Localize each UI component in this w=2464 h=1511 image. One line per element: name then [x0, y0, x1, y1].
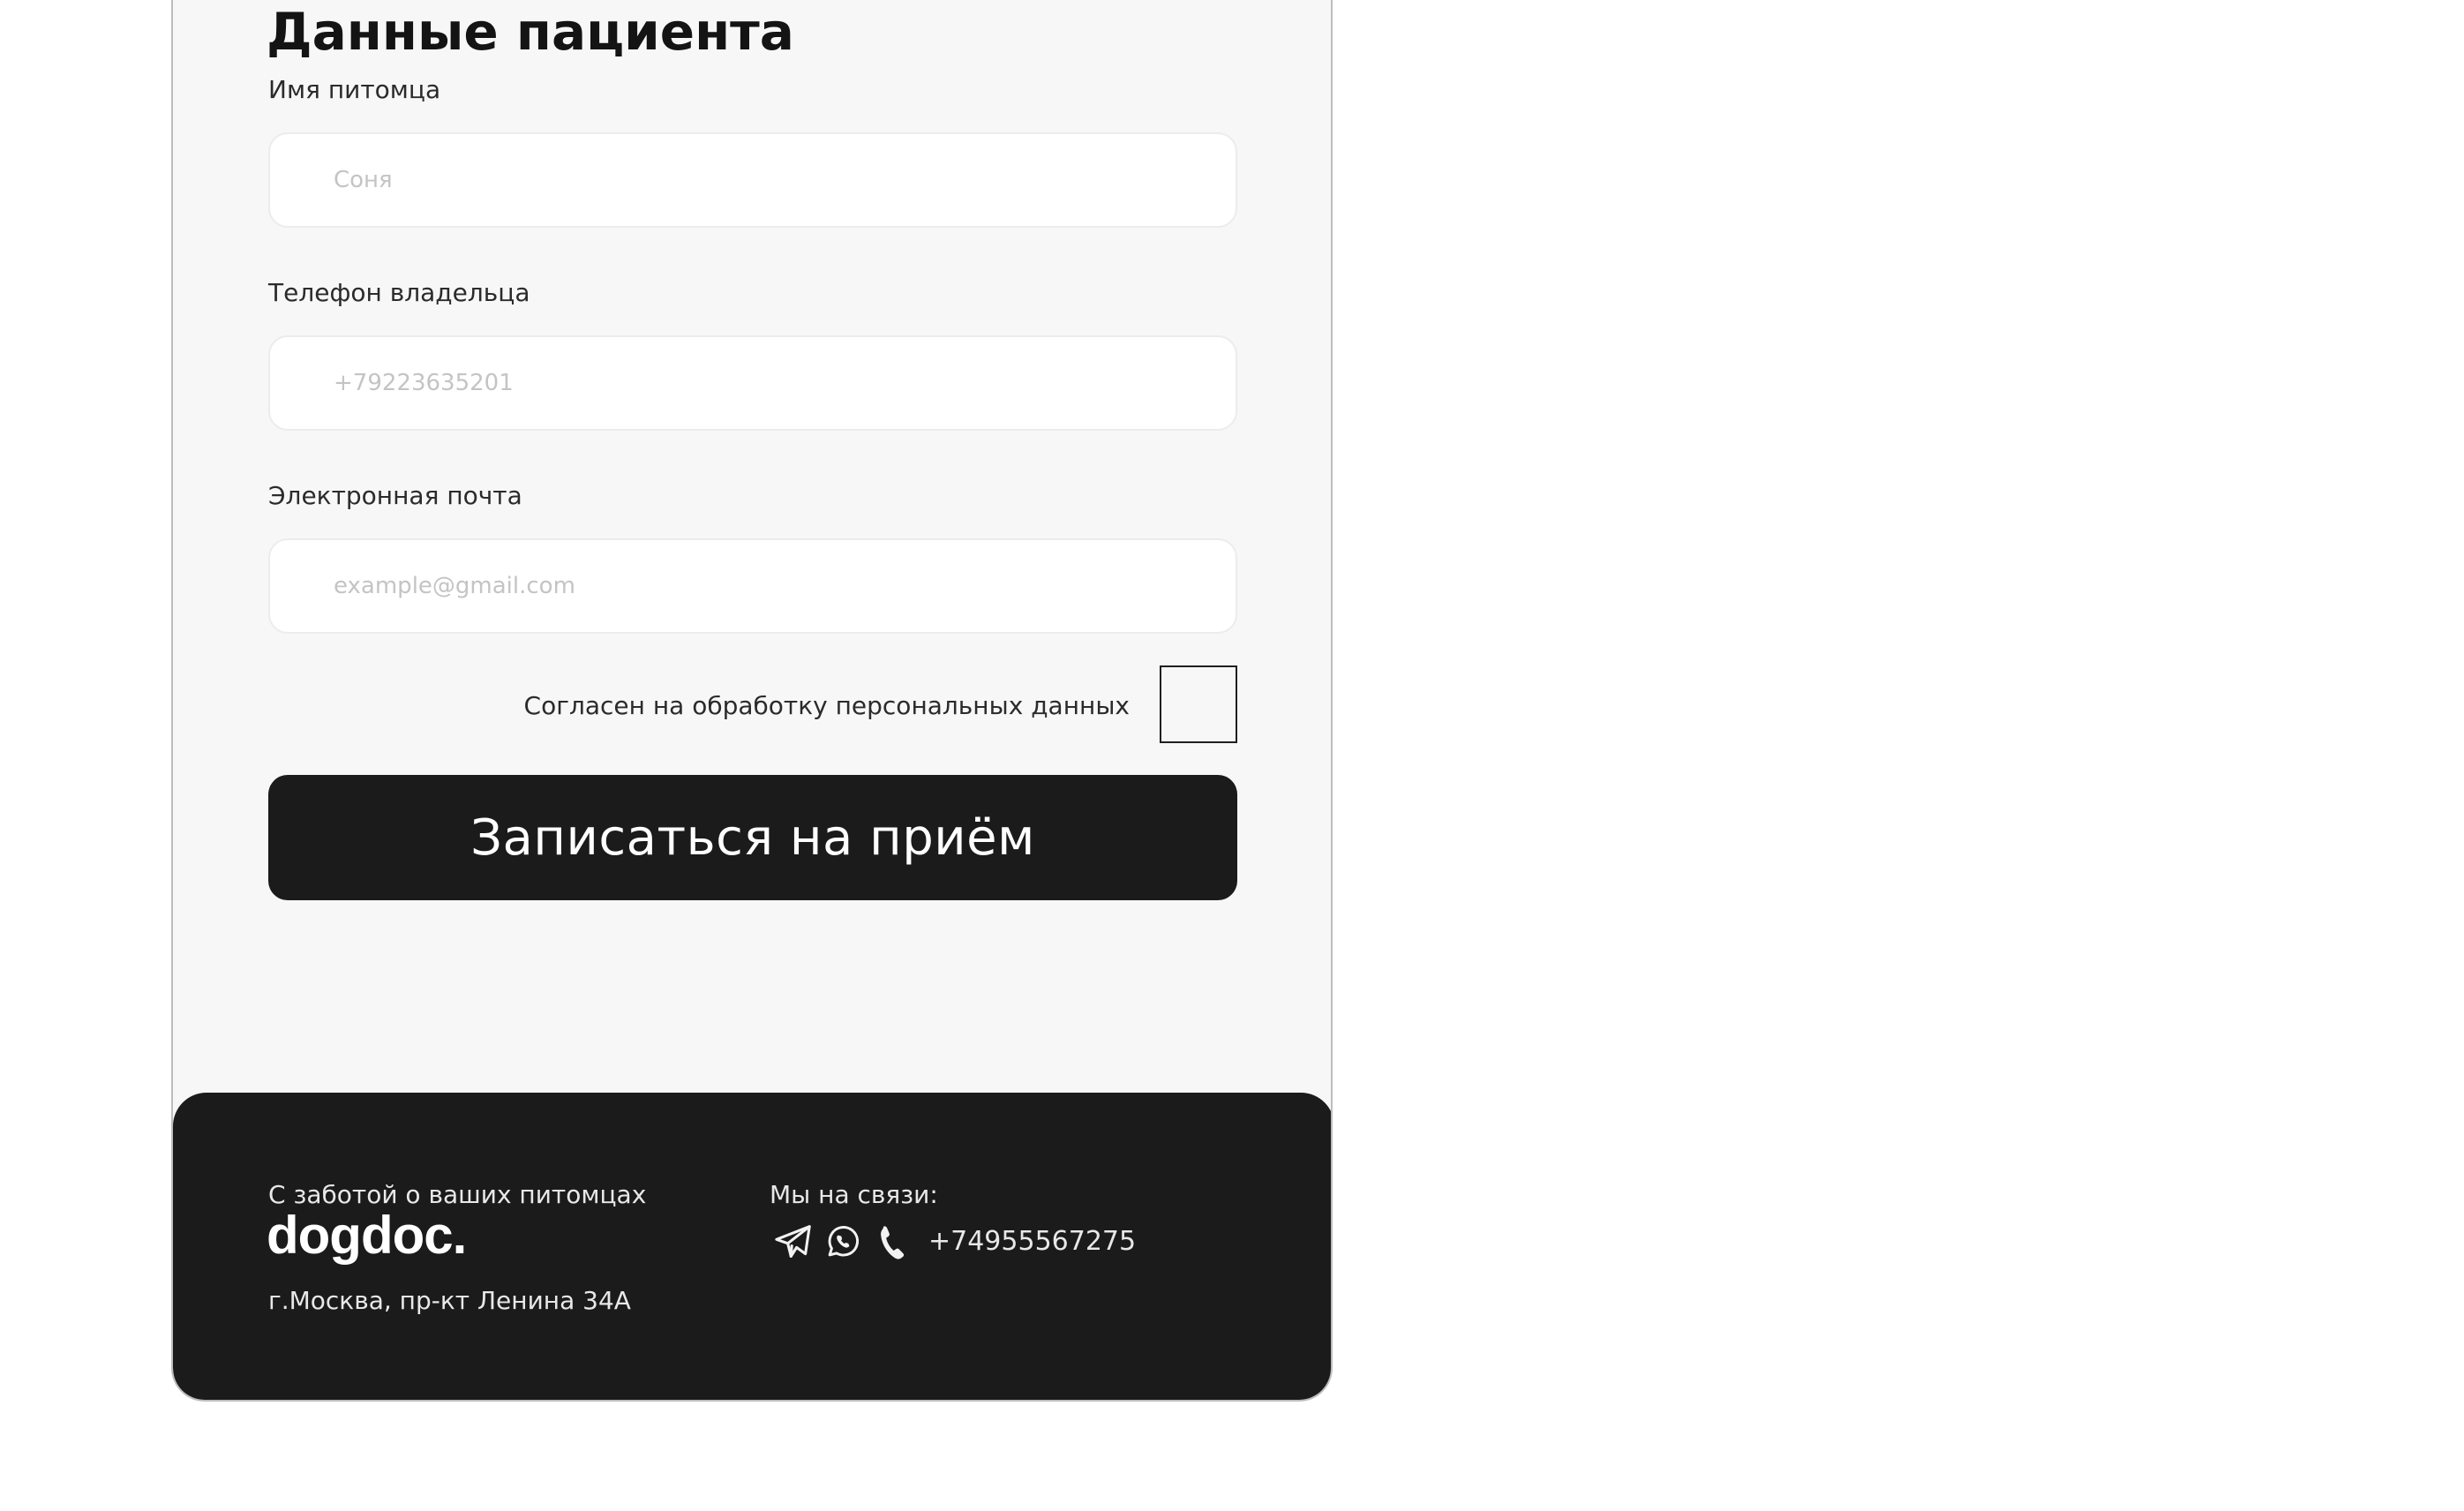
contacts-heading: Мы на связи:	[770, 1180, 938, 1209]
page: Данные пациента Имя питомца Телефон влад…	[0, 0, 2464, 1511]
whatsapp-icon[interactable]	[823, 1222, 863, 1262]
footer: С заботой о ваших питомцах dogdoc. г.Мос…	[173, 1093, 1331, 1400]
footer-address: г.Москва, пр-кт Ленина 34А	[268, 1286, 631, 1315]
owner-phone-label: Телефон владельца	[268, 278, 530, 307]
telegram-icon[interactable]	[773, 1222, 814, 1262]
phone-icon[interactable]	[872, 1222, 913, 1262]
consent-checkbox[interactable]	[1160, 665, 1237, 743]
contacts-row: +74955567275	[773, 1216, 1136, 1267]
email-label: Электронная почта	[268, 481, 522, 510]
submit-appointment-button[interactable]: Записаться на приём	[268, 775, 1237, 900]
owner-phone-input[interactable]	[268, 335, 1237, 431]
email-input[interactable]	[268, 538, 1237, 634]
contact-phone-number[interactable]: +74955567275	[928, 1226, 1136, 1258]
pet-name-input[interactable]	[268, 132, 1237, 228]
pet-name-label: Имя питомца	[268, 75, 441, 104]
brand-logo[interactable]: dogdoc.	[267, 1204, 467, 1267]
consent-label: Согласен на обработку персональных данны…	[523, 691, 1130, 720]
form-title: Данные пациента	[267, 2, 794, 62]
appointment-card: Данные пациента Имя питомца Телефон влад…	[171, 0, 1333, 1402]
